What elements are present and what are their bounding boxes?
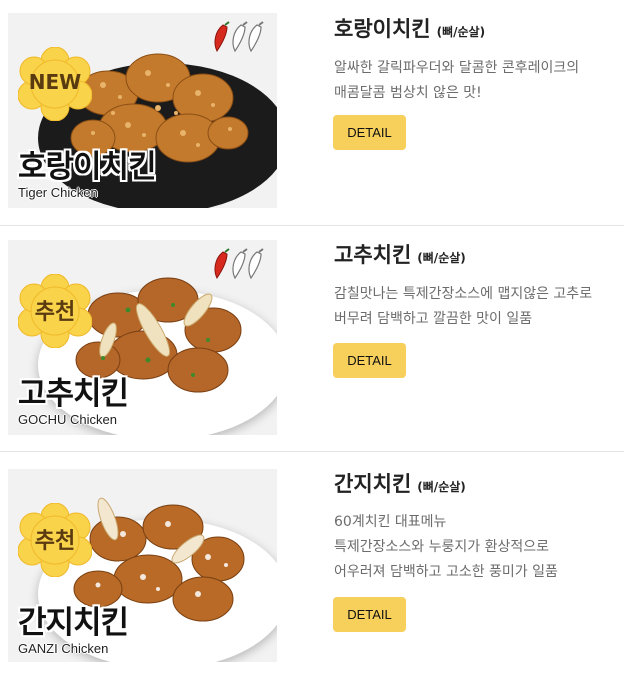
spice-level-icons xyxy=(214,248,264,280)
badge-text: NEW xyxy=(28,70,82,94)
detail-button[interactable]: DETAIL xyxy=(333,597,406,632)
description-line: 60계치킨 대표메뉴 xyxy=(334,514,447,530)
description-line: 감칠맛나는 특제간장소스에 맵지않은 고추로 xyxy=(334,286,593,302)
white-pepper-icon xyxy=(232,21,248,53)
menu-photo[interactable]: 추천 간지치킨 GANZI Chicken xyxy=(8,469,277,662)
menu-name-suffix: (뼈/순살) xyxy=(417,251,466,265)
menu-description: 감칠맛나는 특제간장소스에 맵지않은 고추로 버무려 담백하고 깔끔한 맛이 일… xyxy=(334,282,614,332)
description-line: 어우러져 담백하고 고소한 풍미가 일품 xyxy=(334,564,558,580)
white-pepper-icon xyxy=(248,21,264,53)
menu-name-row: 고추치킨 (뼈/순살) xyxy=(334,239,466,269)
description-line: 버무려 담백하고 깔끔한 맛이 일품 xyxy=(334,311,533,327)
menu-description: 60계치킨 대표메뉴 특제간장소스와 누룽지가 환상적으로 어우러져 담백하고 … xyxy=(334,510,614,585)
menu-name-row: 호랑이치킨 (뼈/순살) xyxy=(334,13,485,43)
menu-item-tiger-chicken: NEW 호랑이치킨 Tiger Chicken 호랑이치킨 (뼈/순살) 알싸한… xyxy=(0,0,624,226)
recommend-badge: 추천 xyxy=(18,274,92,348)
red-pepper-icon xyxy=(214,248,230,279)
badge-text: 추천 xyxy=(34,300,76,325)
description-line: 매콤달콤 범상치 않은 맛! xyxy=(334,85,482,101)
badge-text: 추천 xyxy=(34,529,76,554)
menu-description: 알싸한 갈릭파우더와 달콤한 콘후레이크의 매콤달콤 범상치 않은 맛! xyxy=(334,56,614,106)
menu-name: 고추치킨 xyxy=(334,243,412,267)
menu-name-suffix: (뼈/순살) xyxy=(417,480,466,494)
detail-button[interactable]: DETAIL xyxy=(333,343,406,378)
menu-name: 호랑이치킨 xyxy=(334,17,431,41)
menu-name-row: 간지치킨 (뼈/순살) xyxy=(334,468,466,498)
menu-photo[interactable]: 추천 고추치킨 GOCHU Chicken xyxy=(8,240,277,435)
white-pepper-icon xyxy=(232,248,248,280)
photo-title: 호랑이치킨 xyxy=(18,149,157,185)
menu-item-gochu-chicken: 추천 고추치킨 GOCHU Chicken 고추치킨 (뼈/순살) 감칠맛나는 … xyxy=(0,226,624,452)
new-badge: NEW xyxy=(18,47,92,121)
description-line: 특제간장소스와 누룽지가 환상적으로 xyxy=(334,539,549,555)
detail-button[interactable]: DETAIL xyxy=(333,115,406,150)
photo-title: 간지치킨 xyxy=(18,605,129,641)
white-pepper-icon xyxy=(248,248,264,280)
menu-item-ganzi-chicken: 추천 간지치킨 GANZI Chicken 간지치킨 (뼈/순살) 60계치킨 … xyxy=(0,452,624,678)
spice-level-icons xyxy=(214,21,264,53)
photo-subtitle: Tiger Chicken xyxy=(18,185,98,200)
menu-name-suffix: (뼈/순살) xyxy=(436,25,486,39)
photo-title: 고추치킨 xyxy=(18,376,129,412)
recommend-badge: 추천 xyxy=(18,503,92,577)
red-pepper-icon xyxy=(214,21,230,52)
menu-photo[interactable]: NEW 호랑이치킨 Tiger Chicken xyxy=(8,13,277,208)
description-line: 알싸한 갈릭파우더와 달콤한 콘후레이크의 xyxy=(334,60,580,76)
menu-name: 간지치킨 xyxy=(334,472,412,496)
photo-subtitle: GANZI Chicken xyxy=(18,641,109,656)
photo-subtitle: GOCHU Chicken xyxy=(18,412,117,427)
